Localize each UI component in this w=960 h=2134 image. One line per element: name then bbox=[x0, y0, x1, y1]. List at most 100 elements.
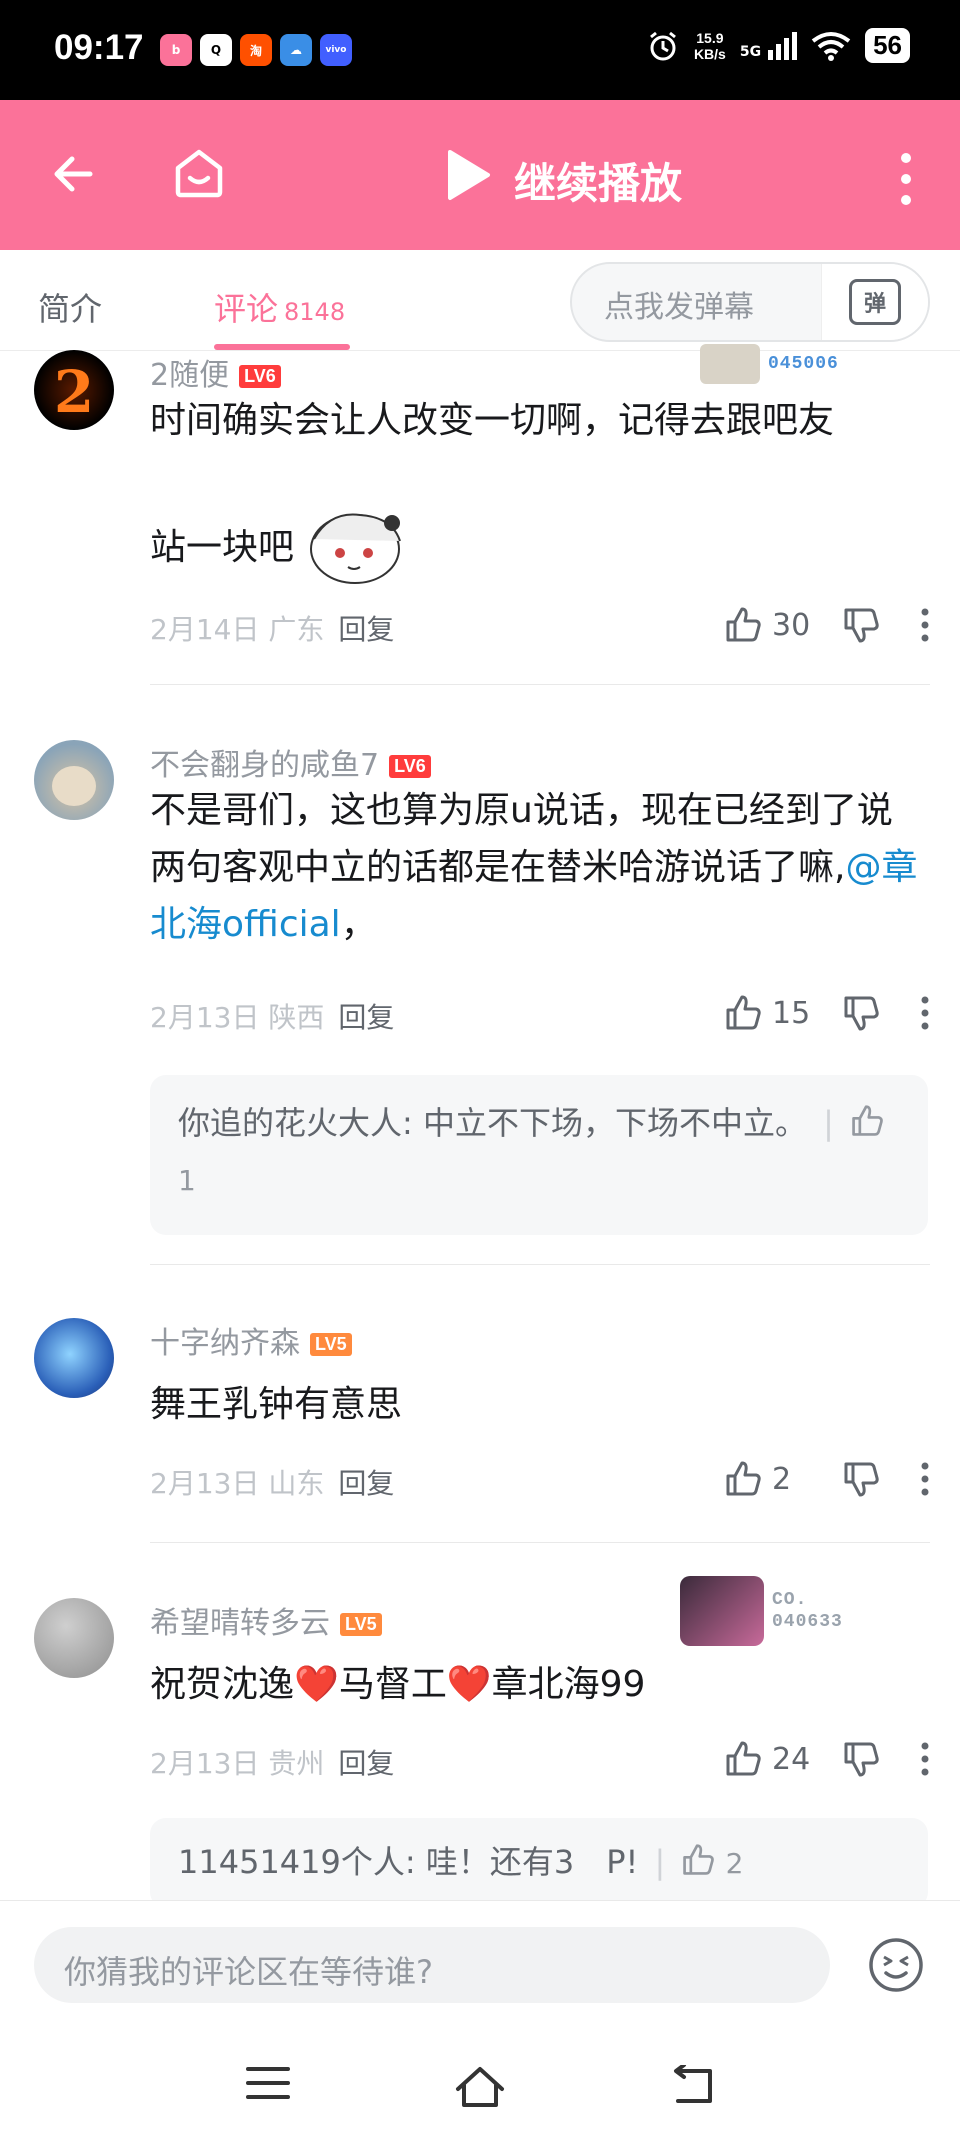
danmaku-icon: 弹 bbox=[849, 279, 901, 325]
comment-actions: 24 bbox=[724, 1740, 930, 1778]
network-speed: 15.9 KB/s bbox=[693, 29, 726, 62]
like-icon[interactable] bbox=[681, 1843, 715, 1877]
comment-item: 2 2随便 LV6 045006 时间确实会让人改变一切啊，记得去跟吧友 站一块吧… bbox=[0, 344, 960, 685]
reply-button[interactable]: 回复 bbox=[338, 1467, 394, 1500]
comment-count: 8148 bbox=[284, 298, 346, 326]
reply-button[interactable]: 回复 bbox=[338, 613, 394, 646]
alarm-icon bbox=[650, 31, 676, 60]
divider bbox=[150, 684, 930, 685]
username[interactable]: 不会翻身的咸鱼7 LV6 bbox=[150, 740, 431, 784]
sub-like-count: 2 bbox=[725, 1847, 744, 1880]
danmaku-toggle-button[interactable]: 弹 bbox=[821, 264, 928, 340]
dislike-icon[interactable] bbox=[842, 606, 880, 644]
like-count: 15 bbox=[772, 995, 811, 1031]
sub-reply-text: 你追的花火大人: 中立不下场，下场不中立。 | 1 bbox=[178, 1095, 898, 1209]
comment-text: 祝贺沈逸❤️马督工❤️章北海99 bbox=[150, 1664, 646, 1705]
bilibili-app-icon: b bbox=[160, 34, 192, 66]
divider bbox=[150, 1264, 930, 1265]
status-indicators: 15.9 KB/s 5G 56 bbox=[646, 28, 910, 63]
sticker-emote bbox=[310, 513, 401, 584]
like-icon[interactable] bbox=[724, 1740, 762, 1778]
username[interactable]: 2随便 LV6 bbox=[150, 350, 281, 394]
comment-input[interactable]: 你猜我的评论区在等待谁? bbox=[34, 1927, 830, 2003]
comment-item: 十字纳齐森 LV5 舞王乳钟有意思 2月13日 山东 回复 2 bbox=[0, 1318, 960, 1543]
status-bar: 09:17 b Q 淘 ☁ vivo 15.9 KB/s 5G 56 bbox=[0, 0, 960, 100]
back-arrow-icon[interactable] bbox=[50, 150, 98, 198]
taobao-app-icon: 淘 bbox=[240, 34, 272, 66]
like-count: 24 bbox=[772, 1741, 811, 1777]
badge-number: 040633 bbox=[772, 1612, 843, 1632]
more-icon[interactable] bbox=[920, 994, 930, 1032]
level-badge: LV6 bbox=[239, 365, 281, 388]
sub-reply[interactable]: 你追的花火大人: 中立不下场，下场不中立。 | 1 bbox=[150, 1075, 928, 1235]
status-app-icons: b Q 淘 ☁ vivo bbox=[160, 34, 352, 66]
bottom-bar: 你猜我的评论区在等待谁? bbox=[0, 1900, 960, 2134]
dislike-icon[interactable] bbox=[842, 1740, 880, 1778]
tab-bar: 简介 评论 8148 点我发弹幕 弹 bbox=[0, 250, 960, 351]
cloud-app-icon: ☁ bbox=[280, 34, 312, 66]
divider bbox=[150, 1542, 930, 1543]
badge-number: 045006 bbox=[768, 354, 839, 374]
avatar[interactable] bbox=[34, 740, 114, 820]
menu-icon[interactable] bbox=[246, 2065, 290, 2101]
level-badge: LV5 bbox=[340, 1613, 382, 1636]
back-icon[interactable] bbox=[670, 2065, 716, 2105]
comment-meta: 2月13日 陕西 回复 bbox=[150, 1001, 395, 1034]
sub-reply[interactable]: 11451419个人: 哇！还有3 P! | 2 bbox=[150, 1818, 928, 1908]
danmaku-input[interactable]: 点我发弹幕 弹 bbox=[570, 262, 930, 342]
more-vertical-icon[interactable] bbox=[896, 152, 916, 206]
comment-meta: 2月13日 贵州 回复 bbox=[150, 1747, 395, 1780]
comment-actions: 15 bbox=[724, 994, 930, 1032]
comment-meta: 2月14日 广东 回复 bbox=[150, 613, 395, 646]
username[interactable]: 希望晴转多云 LV5 bbox=[150, 1598, 382, 1642]
like-icon[interactable] bbox=[724, 1460, 762, 1498]
play-icon[interactable] bbox=[444, 148, 492, 202]
tab-comments[interactable]: 评论 8148 bbox=[214, 284, 345, 330]
tab-intro[interactable]: 简介 bbox=[38, 284, 102, 330]
avatar[interactable]: 2 bbox=[34, 350, 114, 430]
danmaku-placeholder: 点我发弹幕 bbox=[604, 290, 754, 325]
reply-button[interactable]: 回复 bbox=[338, 1747, 394, 1780]
badge-image bbox=[700, 344, 760, 384]
comment-meta: 2月13日 山东 回复 bbox=[150, 1467, 395, 1500]
qq-app-icon: Q bbox=[200, 34, 232, 66]
like-icon[interactable] bbox=[724, 606, 762, 644]
dislike-icon[interactable] bbox=[842, 1460, 880, 1498]
more-icon[interactable] bbox=[920, 1460, 930, 1498]
dislike-icon[interactable] bbox=[842, 994, 880, 1032]
like-icon[interactable] bbox=[850, 1104, 884, 1138]
reply-button[interactable]: 回复 bbox=[338, 1001, 394, 1034]
like-count: 30 bbox=[772, 607, 811, 643]
username[interactable]: 十字纳齐森 LV5 bbox=[150, 1318, 352, 1362]
more-icon[interactable] bbox=[920, 606, 930, 644]
avatar[interactable] bbox=[34, 1318, 114, 1398]
like-icon[interactable] bbox=[724, 994, 762, 1032]
avatar[interactable] bbox=[34, 1598, 114, 1678]
sub-reply-text: 11451419个人: 哇！还有3 P! | 2 bbox=[178, 1843, 744, 1881]
status-time: 09:17 bbox=[54, 28, 144, 67]
emoji-icon[interactable] bbox=[868, 1937, 924, 1993]
comment-item: 不会翻身的咸鱼7 LV6 不是哥们，这也算为原u说话，现在已经到了说两句客观中立的… bbox=[0, 740, 960, 1265]
more-icon[interactable] bbox=[920, 1740, 930, 1778]
fan-badge[interactable]: CO. 040633 bbox=[680, 1576, 870, 1646]
comment-text: 时间确实会让人改变一切啊，记得去跟吧友 站一块吧 bbox=[150, 392, 920, 587]
fan-badge[interactable]: 045006 bbox=[700, 344, 870, 384]
home-icon[interactable] bbox=[172, 146, 226, 200]
vivo-app-icon: vivo bbox=[320, 34, 352, 66]
level-badge: LV6 bbox=[389, 755, 431, 778]
home-icon[interactable] bbox=[454, 2065, 506, 2109]
battery-level: 56 bbox=[865, 28, 910, 63]
badge-label: CO. bbox=[772, 1590, 808, 1610]
comment-item: 希望晴转多云 LV5 CO. 040633 祝贺沈逸❤️马督工❤️章北海99 2月… bbox=[0, 1576, 960, 1908]
system-nav-bar bbox=[0, 2051, 960, 2131]
continue-play-title[interactable]: 继续播放 bbox=[514, 150, 682, 211]
wifi-icon bbox=[811, 31, 851, 61]
level-badge: LV5 bbox=[310, 1333, 352, 1356]
like-count: 2 bbox=[772, 1461, 792, 1497]
video-header: 继续播放 bbox=[0, 100, 960, 250]
badge-image bbox=[680, 1576, 764, 1646]
sub-like-count: 1 bbox=[178, 1164, 196, 1197]
comment-input-placeholder: 你猜我的评论区在等待谁? bbox=[64, 1953, 433, 1991]
signal-icon: 5G bbox=[740, 31, 798, 60]
comment-text: 舞王乳钟有意思 bbox=[150, 1384, 403, 1425]
